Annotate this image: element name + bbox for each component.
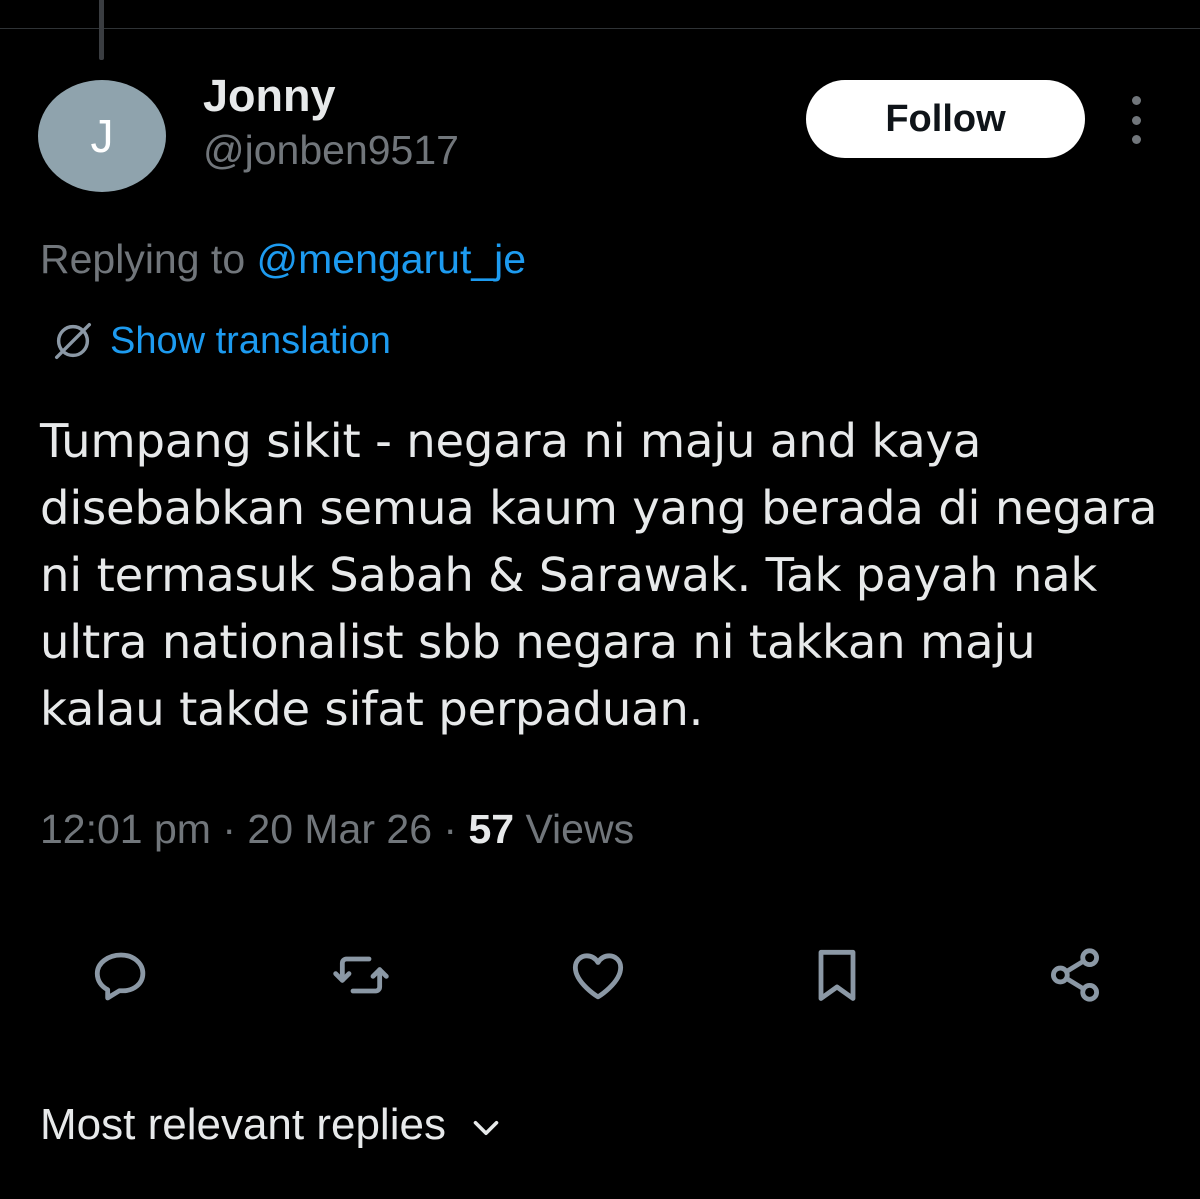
replies-sort-dropdown[interactable]: Most relevant replies [40, 1100, 504, 1150]
more-options-icon[interactable] [1118, 96, 1154, 144]
bookmark-button[interactable] [797, 935, 877, 1015]
author-handle[interactable]: @jonben9517 [203, 127, 459, 174]
like-button[interactable] [558, 935, 638, 1015]
tweet-date[interactable]: 20 Mar 26 [247, 806, 432, 852]
views-count[interactable]: 57 [468, 806, 514, 852]
replying-to-mention-link[interactable]: @mengarut_je [257, 236, 527, 282]
replies-sort-label: Most relevant replies [40, 1100, 446, 1149]
replying-to-prefix: Replying to [40, 236, 257, 282]
meta-separator: · [432, 806, 469, 852]
reply-button[interactable] [81, 935, 161, 1015]
tweet-meta: 12:01 pm · 20 Mar 26 · 57 Views [40, 806, 634, 853]
chevron-down-icon [473, 1120, 499, 1136]
replying-to: Replying to @mengarut_je [40, 236, 526, 283]
tweet-text: Tumpang sikit - negara ni maju and kaya … [40, 414, 1158, 736]
top-divider [0, 28, 1200, 29]
retweet-button[interactable] [321, 935, 401, 1015]
translate-globe-icon [54, 322, 92, 360]
share-button[interactable] [1035, 935, 1115, 1015]
views-label[interactable]: Views [514, 806, 634, 852]
reply-icon [94, 952, 146, 1001]
share-icon [1051, 948, 1099, 1002]
avatar-initial: J [90, 110, 114, 162]
retweet-icon [333, 956, 389, 994]
tweet-time[interactable]: 12:01 pm [40, 806, 211, 852]
follow-button[interactable]: Follow [806, 80, 1085, 158]
tweet-actions-bar [0, 935, 1200, 1015]
meta-separator: · [210, 806, 248, 852]
avatar[interactable]: J [38, 80, 166, 192]
like-icon [572, 953, 624, 1000]
thread-connector-line [99, 0, 104, 60]
show-translation-label: Show translation [110, 319, 391, 362]
show-translation-button[interactable]: Show translation [50, 318, 391, 364]
bookmark-icon [818, 949, 856, 1001]
author-display-name[interactable]: Jonny [203, 70, 336, 122]
